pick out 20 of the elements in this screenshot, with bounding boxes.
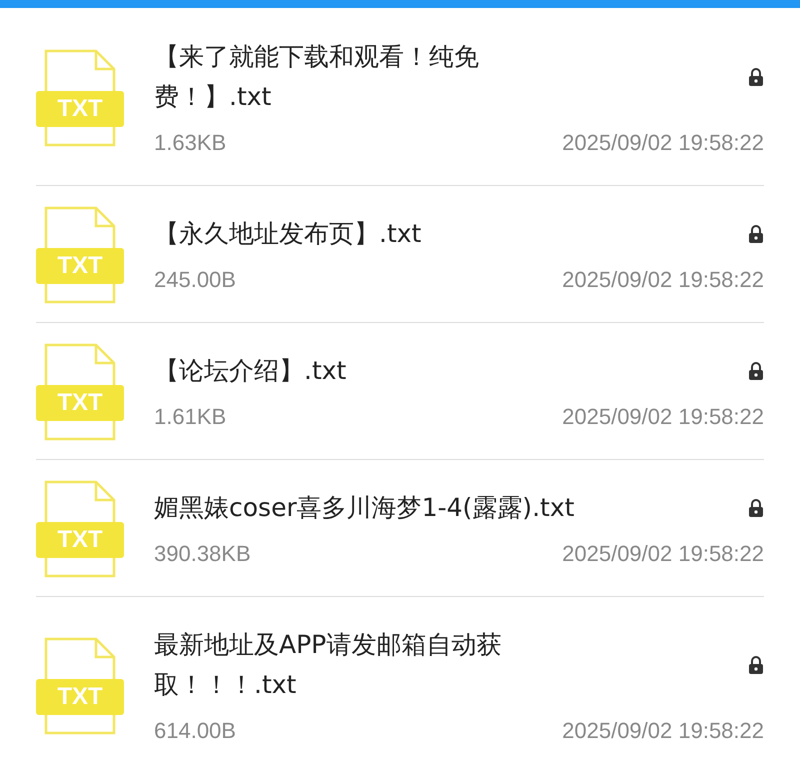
file-size: 390.38KB	[154, 540, 251, 568]
file-size: 245.00B	[154, 266, 236, 294]
file-date: 2025/09/02 19:58:22	[562, 540, 764, 568]
file-type-label: TXT	[36, 248, 124, 284]
file-size: 614.00B	[154, 717, 236, 745]
file-size: 1.63KB	[154, 129, 226, 157]
file-type-label: TXT	[36, 679, 124, 715]
file-date: 2025/09/02 19:58:22	[562, 266, 764, 294]
file-date: 2025/09/02 19:58:22	[562, 717, 764, 745]
file-name: 媚黑婊coser喜多川海梦1-4(露露).txt	[154, 492, 574, 524]
file-name: 【论坛介绍】.txt	[154, 355, 346, 387]
file-type-label: TXT	[36, 385, 124, 421]
file-date: 2025/09/02 19:58:22	[562, 129, 764, 157]
file-name: 最新地址及APP请发邮箱自动获取！！！.txt	[154, 629, 502, 701]
file-type-label: TXT	[36, 522, 124, 558]
file-size: 1.61KB	[154, 403, 226, 431]
file-name: 【来了就能下载和观看！纯免费！】.txt	[154, 41, 480, 113]
file-name: 【永久地址发布页】.txt	[154, 218, 422, 250]
file-type-label: TXT	[36, 91, 124, 127]
file-date: 2025/09/02 19:58:22	[562, 403, 764, 431]
